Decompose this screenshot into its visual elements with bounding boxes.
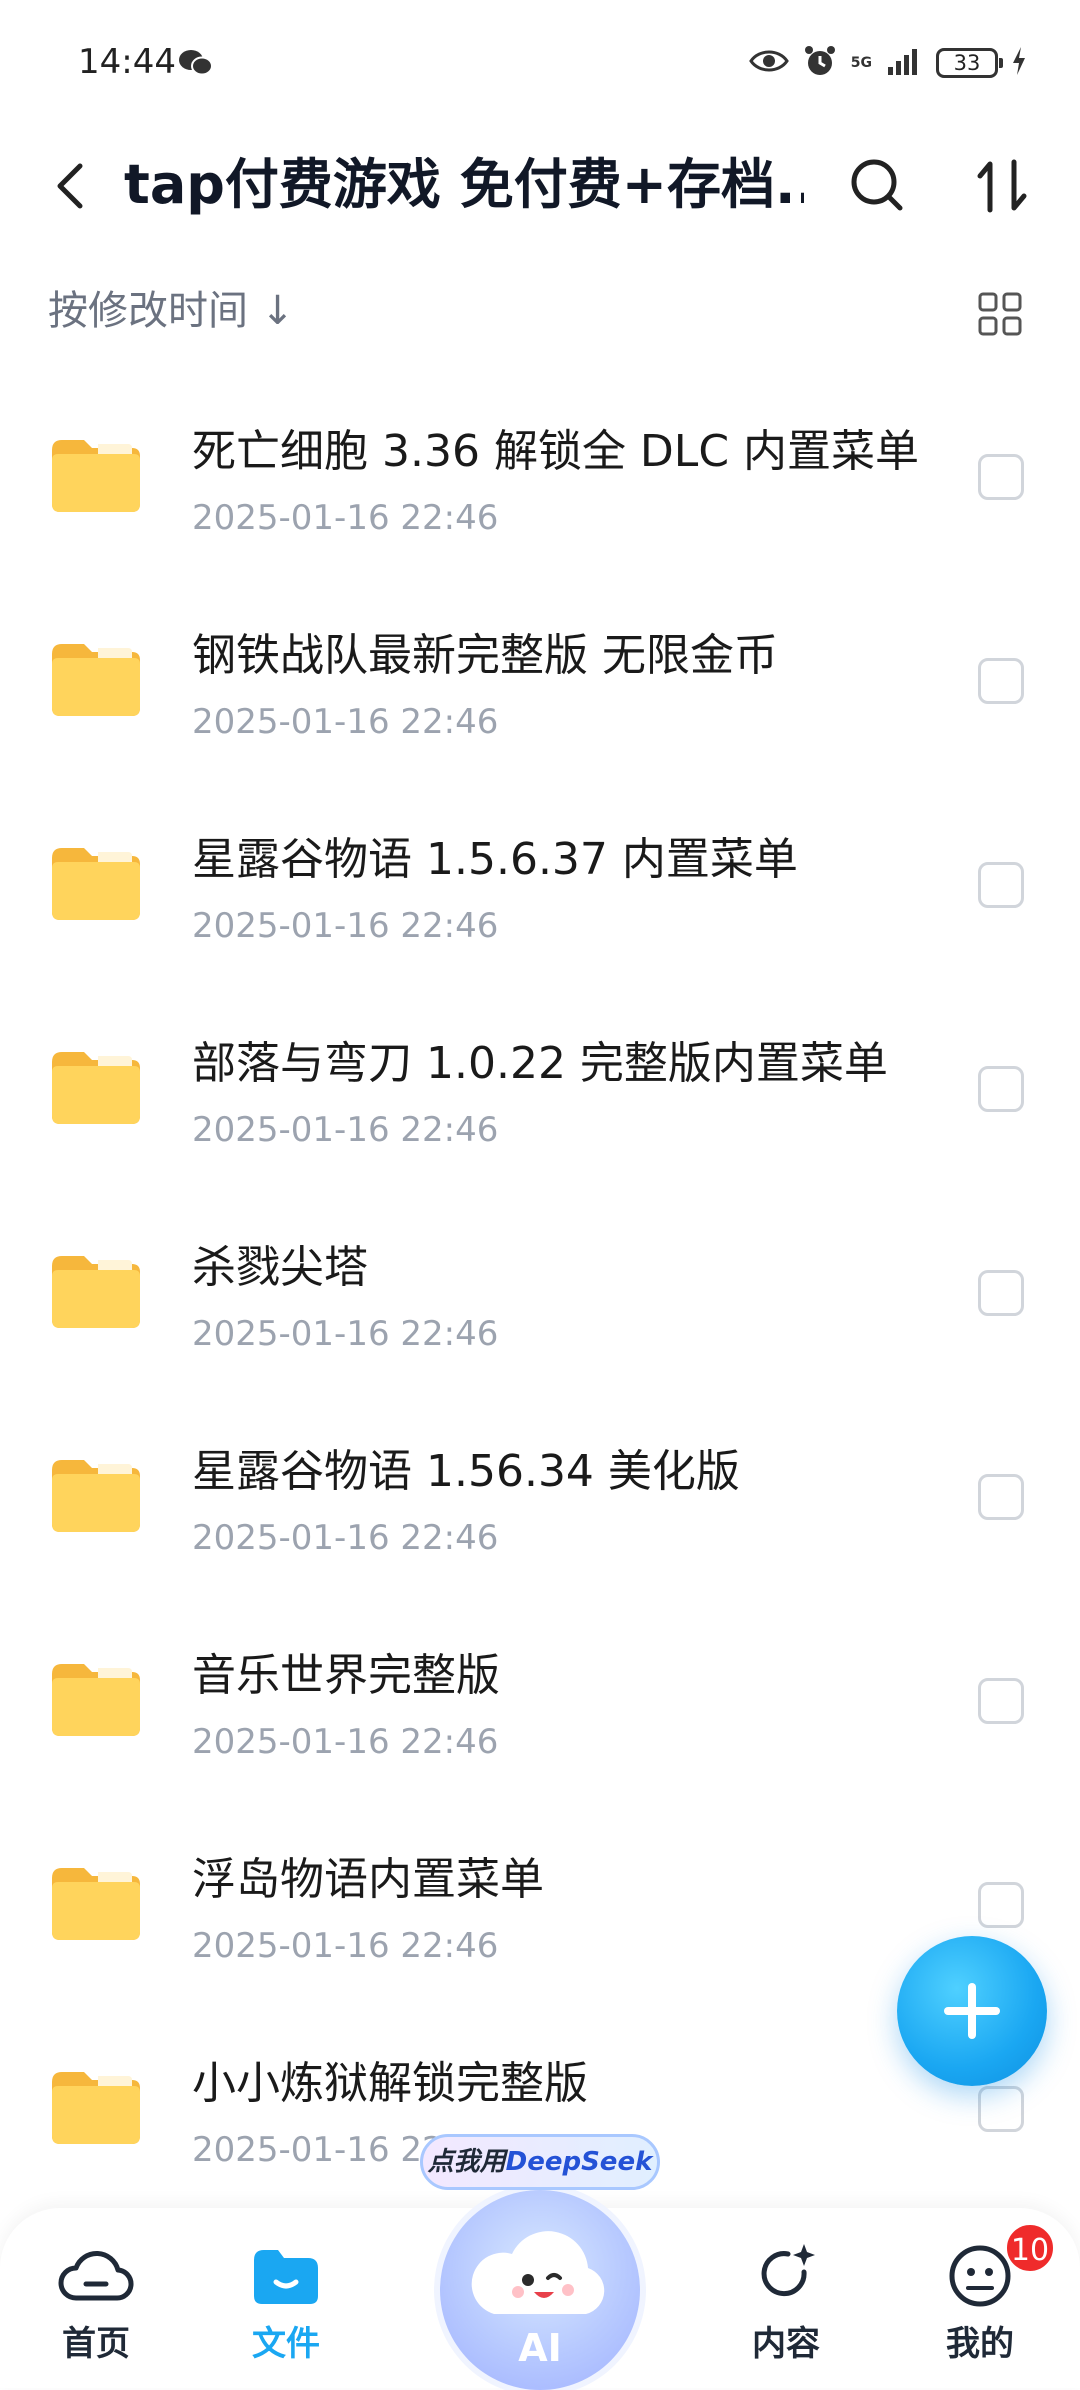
page-title: tap付费游戏 免付费+存档... [124, 153, 804, 216]
cloud-mascot-icon [464, 2218, 616, 2328]
nav-mine-label: 我的 [946, 2324, 1014, 2364]
file-date: 2025-01-16 22:46 [192, 906, 499, 946]
file-row[interactable]: 星露谷物语 1.5.6.37 内置菜单 2025-01-16 22:46 [0, 788, 1080, 992]
file-date: 2025-01-16 22:46 [192, 1518, 499, 1558]
folder-icon [48, 1252, 144, 1332]
sort-by-modified-time[interactable]: 按修改时间 ↓ [48, 286, 294, 336]
file-name: 小小炼狱解锁完整版 [192, 2058, 588, 2109]
nav-content[interactable]: 内容 [726, 2238, 846, 2368]
file-name: 音乐世界完整版 [192, 1650, 500, 1701]
deepseek-pill-prefix: 点我用 [427, 2147, 506, 2177]
charging-icon [1012, 47, 1026, 79]
header: tap付费游戏 免付费+存档... [0, 130, 1080, 240]
sort-arrows-icon [977, 159, 1027, 213]
status-time: 14:44 [78, 42, 176, 82]
file-date: 2025-01-16 22:46 [192, 1722, 499, 1762]
file-row[interactable]: 音乐世界完整版 2025-01-16 22:46 [0, 1604, 1080, 1808]
grid-icon [978, 292, 1022, 336]
select-checkbox[interactable] [978, 2086, 1024, 2132]
folder-icon [48, 844, 144, 924]
back-arrow-icon [57, 163, 83, 209]
folder-icon [48, 436, 144, 516]
file-name: 浮岛物语内置菜单 [192, 1854, 544, 1905]
nav-content-label: 内容 [752, 2324, 820, 2364]
file-row[interactable]: 杀戮尖塔 2025-01-16 22:46 [0, 1196, 1080, 1400]
select-checkbox[interactable] [978, 1270, 1024, 1316]
ai-assistant-button[interactable]: 点我用DeepSeek AI [420, 2130, 660, 2390]
cloud-home-icon [58, 2250, 134, 2301]
nav-home[interactable]: 首页 [36, 2238, 156, 2368]
file-name: 星露谷物语 1.5.6.37 内置菜单 [192, 834, 798, 885]
file-name: 钢铁战队最新完整版 无限金币 [192, 630, 778, 681]
signal-icon [886, 47, 922, 79]
status-icons: 5G 33 [748, 44, 1026, 82]
folder-icon [48, 2068, 144, 2148]
notification-badge: 10 [1004, 2222, 1056, 2274]
alarm-icon [803, 44, 837, 82]
file-row[interactable]: 部落与弯刀 1.0.22 完整版内置菜单 2025-01-16 22:46 [0, 992, 1080, 1196]
select-checkbox[interactable] [978, 1882, 1024, 1928]
folder-tab-icon [254, 2250, 318, 2304]
network-indicator: 5G [850, 55, 872, 71]
select-checkbox[interactable] [978, 1474, 1024, 1520]
back-button[interactable] [36, 150, 106, 220]
select-checkbox[interactable] [978, 658, 1024, 704]
select-checkbox[interactable] [978, 454, 1024, 500]
file-name: 星露谷物语 1.56.34 美化版 [192, 1446, 740, 1497]
grid-view-button[interactable] [976, 290, 1024, 338]
file-date: 2025-01-16 22:46 [192, 498, 499, 538]
file-list: 死亡细胞 3.36 解锁全 DLC 内置菜单 2025-01-16 22:46 钢铁… [0, 380, 1080, 2216]
search-button[interactable] [840, 148, 916, 224]
file-row[interactable]: 钢铁战队最新完整版 无限金币 2025-01-16 22:46 [0, 584, 1080, 788]
select-checkbox[interactable] [978, 1678, 1024, 1724]
nav-home-label: 首页 [62, 2324, 130, 2364]
file-date: 2025-01-16 22:46 [192, 702, 499, 742]
file-name: 部落与弯刀 1.0.22 完整版内置菜单 [192, 1038, 888, 1089]
folder-icon [48, 1864, 144, 1944]
deepseek-pill[interactable]: 点我用DeepSeek [420, 2134, 660, 2190]
search-icon [851, 159, 903, 211]
folder-icon [48, 640, 144, 720]
nav-mine[interactable]: 10 我的 [920, 2222, 1056, 2368]
wechat-icon [178, 48, 214, 82]
status-bar: 14:44 5G 33 [0, 0, 1080, 130]
file-name: 杀戮尖塔 [192, 1242, 368, 1293]
file-date: 2025-01-16 22:46 [192, 1926, 499, 1966]
select-checkbox[interactable] [978, 1066, 1024, 1112]
eye-icon [748, 47, 789, 79]
folder-icon [48, 1048, 144, 1128]
select-checkbox[interactable] [978, 862, 1024, 908]
battery-indicator: 33 [936, 48, 1003, 78]
file-date: 2025-01-16 22:46 [192, 1314, 499, 1354]
nav-files-label: 文件 [252, 2324, 320, 2364]
file-name: 死亡细胞 3.36 解锁全 DLC 内置菜单 [192, 426, 920, 477]
folder-icon [48, 1456, 144, 1536]
refresh-sparkle-icon [761, 2244, 815, 2297]
sort-order-button[interactable] [966, 148, 1042, 224]
nav-files[interactable]: 文件 [226, 2238, 346, 2368]
ai-label: AI [518, 2326, 562, 2370]
deepseek-pill-brand: DeepSeek [505, 2147, 653, 2177]
file-row[interactable]: 死亡细胞 3.36 解锁全 DLC 内置菜单 2025-01-16 22:46 [0, 380, 1080, 584]
folder-icon [48, 1660, 144, 1740]
add-button[interactable] [897, 1936, 1047, 2086]
sort-bar: 按修改时间 ↓ [0, 272, 1080, 352]
file-row[interactable]: 星露谷物语 1.56.34 美化版 2025-01-16 22:46 [0, 1400, 1080, 1604]
file-date: 2025-01-16 22:46 [192, 1110, 499, 1150]
